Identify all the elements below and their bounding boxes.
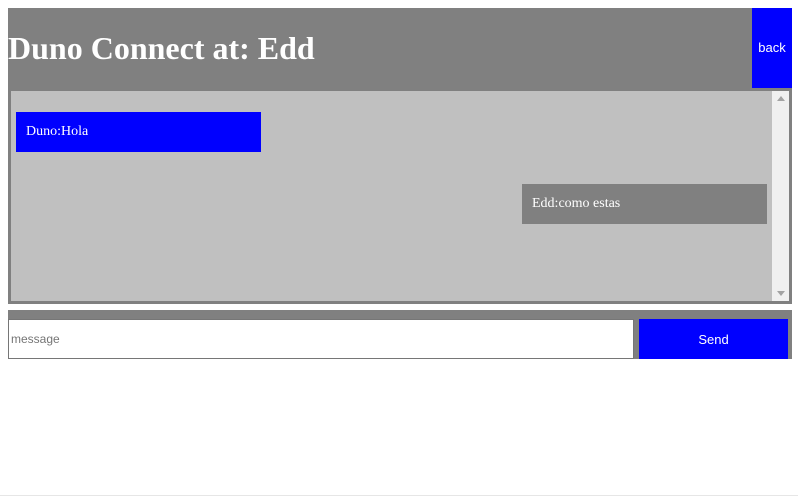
message-bubble-outgoing: Duno:Hola: [16, 112, 261, 152]
chat-panel: Duno:Hola Edd:como estas: [8, 88, 792, 304]
back-button[interactable]: back: [752, 8, 792, 88]
chat-scrollbar[interactable]: [772, 91, 789, 301]
scroll-up-arrow-icon[interactable]: [777, 96, 785, 101]
send-button[interactable]: Send: [639, 319, 788, 359]
app-header: Duno Connect at: Edd back: [8, 8, 792, 88]
message-composer: Send: [8, 310, 792, 359]
page-title: Duno Connect at: Edd: [8, 30, 315, 66]
message-bubble-incoming: Edd:como estas: [522, 184, 767, 224]
message-input[interactable]: [8, 319, 634, 359]
message-list[interactable]: Duno:Hola Edd:como estas: [11, 91, 789, 301]
scroll-down-arrow-icon[interactable]: [777, 291, 785, 296]
